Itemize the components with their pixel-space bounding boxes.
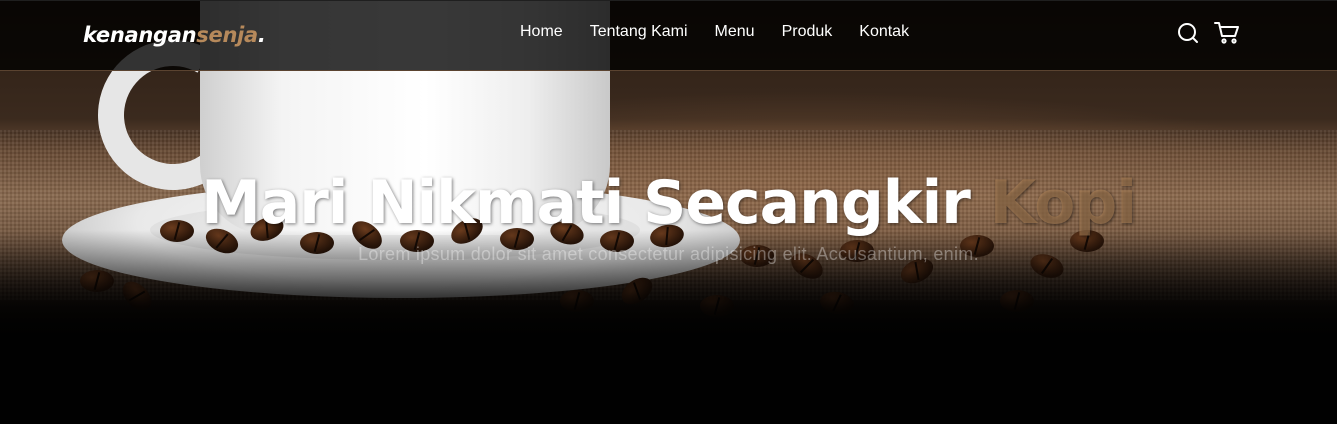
nav-links: Home Tentang Kami Menu Produk Kontak <box>520 23 909 41</box>
hero-title: Mari Nikmati Secangkir Kopi <box>0 168 1337 238</box>
navbar: kenangansenja. Home Tentang Kami Menu Pr… <box>0 0 1337 71</box>
nav-link-produk[interactable]: Produk <box>782 23 833 41</box>
shopping-cart-icon[interactable] <box>1214 21 1239 45</box>
hero-title-accent: Kopi <box>989 168 1137 238</box>
brand-dot: . <box>257 23 266 47</box>
hero-title-main: Mari Nikmati Secangkir <box>201 168 990 238</box>
brand-name-main: kenangan <box>83 23 197 47</box>
brand-name-accent: senja <box>196 23 258 47</box>
nav-link-menu[interactable]: Menu <box>715 23 755 41</box>
nav-icons <box>1176 21 1239 45</box>
nav-link-home[interactable]: Home <box>520 23 563 41</box>
nav-link-kontak[interactable]: Kontak <box>859 23 909 41</box>
nav-link-tentang-kami[interactable]: Tentang Kami <box>590 23 688 41</box>
hero-section: Mari Nikmati Secangkir Kopi Lorem ipsum … <box>0 168 1337 265</box>
brand-logo[interactable]: kenangansenja. <box>83 23 266 47</box>
search-icon[interactable] <box>1176 21 1200 45</box>
hero-subtitle: Lorem ipsum dolor sit amet consectetur a… <box>358 244 979 264</box>
